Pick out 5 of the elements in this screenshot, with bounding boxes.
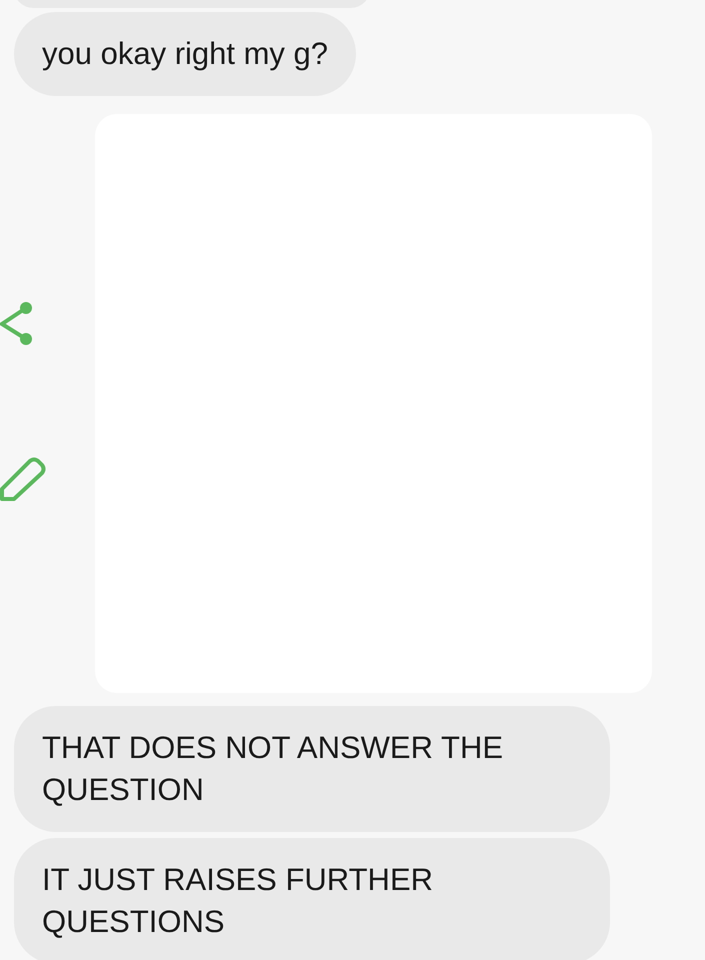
edit-icon[interactable] xyxy=(0,457,46,501)
message-bubble: IT JUST RAISES FURTHER QUESTIONS xyxy=(14,838,610,960)
message-bubble: you okay right my g? xyxy=(14,12,356,96)
message-bubble: THAT DOES NOT ANSWER THE QUESTION xyxy=(14,706,610,832)
share-icon[interactable] xyxy=(0,301,34,347)
